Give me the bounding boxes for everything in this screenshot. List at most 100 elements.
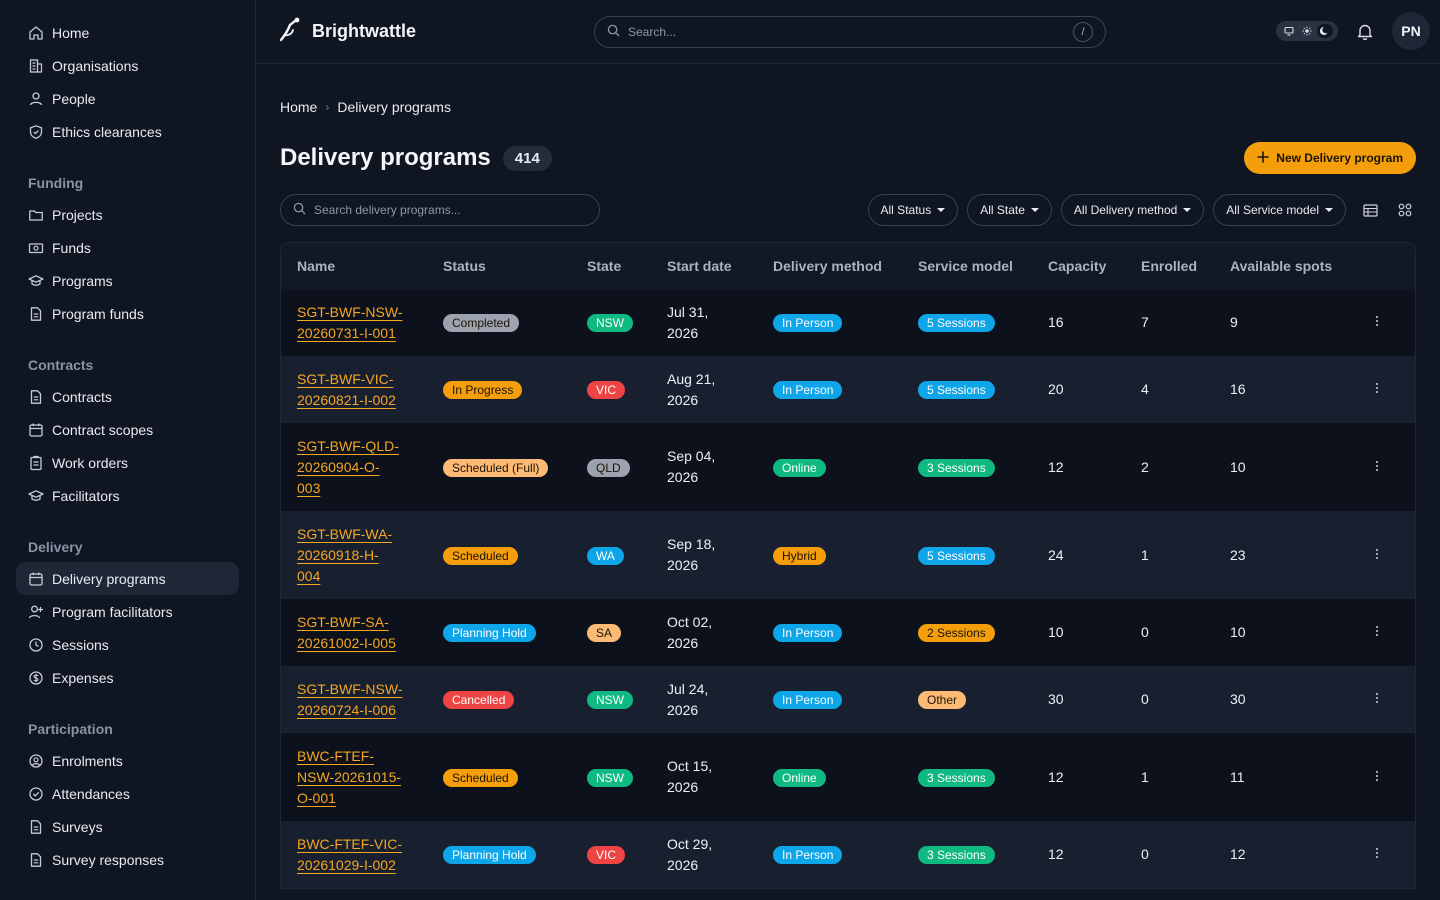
- cell-delivery-method: In Person: [757, 599, 902, 666]
- table-header-row: Name Status State Start date Delivery method…: [281, 243, 1415, 289]
- sidebar-item-label: Enrolments: [52, 752, 123, 769]
- breadcrumb-home[interactable]: Home: [280, 99, 317, 115]
- program-link[interactable]: SGT-BWF-WA- 20260918-H- 004: [297, 526, 392, 584]
- service-model-badge: 5 Sessions: [918, 546, 995, 565]
- brand[interactable]: Brightwattle: [278, 16, 416, 47]
- program-link[interactable]: SGT-BWF-QLD- 20260904-O- 003: [297, 438, 399, 496]
- sun-icon[interactable]: [1299, 24, 1315, 38]
- sidebar-item-organisations[interactable]: Organisations: [16, 49, 239, 82]
- program-link[interactable]: SGT-BWF-NSW- 20260731-I-001: [297, 304, 403, 341]
- row-actions-menu[interactable]: [1339, 423, 1415, 511]
- column-header-enrolled[interactable]: Enrolled: [1125, 243, 1214, 289]
- new-delivery-program-button[interactable]: New Delivery program: [1244, 142, 1416, 174]
- service-model-badge: 3 Sessions: [918, 846, 995, 864]
- sidebar-item-sessions[interactable]: Sessions: [16, 628, 239, 661]
- sidebar-item-attendances[interactable]: Attendances: [16, 777, 239, 810]
- cell-state: QLD: [571, 423, 651, 511]
- search-shortcut-key: /: [1073, 22, 1093, 42]
- filter-all-state[interactable]: All State: [967, 194, 1052, 226]
- row-actions-menu[interactable]: [1339, 289, 1415, 356]
- dollar-circle-icon: [28, 670, 44, 686]
- moon-icon[interactable]: [1317, 24, 1333, 38]
- sidebar-item-label: Surveys: [52, 818, 103, 835]
- table-view-icon[interactable]: [1359, 199, 1381, 221]
- global-search-input[interactable]: Search... /: [594, 16, 1106, 48]
- program-link[interactable]: BWC-FTEF- NSW-20261015- O-001: [297, 748, 401, 806]
- state-badge: NSW: [587, 314, 633, 332]
- sidebar-item-label: Expenses: [52, 669, 114, 686]
- row-actions-menu[interactable]: [1339, 356, 1415, 423]
- row-actions-menu[interactable]: [1339, 511, 1415, 599]
- table-row: SGT-BWF-WA- 20260918-H- 004 Scheduled WA Sep …: [281, 511, 1415, 599]
- sidebar-item-surveys[interactable]: Surveys: [16, 810, 239, 843]
- filter-all-service-model[interactable]: All Service model: [1213, 194, 1346, 226]
- sidebar-item-program-funds[interactable]: Program funds: [16, 297, 239, 330]
- grid-view-icon[interactable]: [1394, 199, 1416, 221]
- user-avatar[interactable]: PN: [1392, 12, 1430, 50]
- sidebar-item-label: Work orders: [52, 454, 128, 471]
- document-icon: [28, 819, 44, 835]
- sidebar-section-participation: Participation: [28, 721, 113, 737]
- cell-capacity: 20: [1048, 381, 1064, 397]
- delivery-method-badge: Online: [773, 768, 826, 787]
- cell-enrolled: 2: [1141, 458, 1149, 475]
- sidebar-item-label: Facilitators: [52, 487, 120, 504]
- bell-icon[interactable]: [1354, 20, 1376, 42]
- program-link[interactable]: SGT-BWF-VIC- 20260821-I-002: [297, 371, 396, 408]
- service-model-badge: 3 Sessions: [918, 458, 995, 477]
- row-actions-menu[interactable]: [1339, 666, 1415, 733]
- sidebar-item-program-facilitators[interactable]: Program facilitators: [16, 595, 239, 628]
- sidebar-item-facilitators[interactable]: Facilitators: [16, 479, 239, 512]
- sidebar-item-work-orders[interactable]: Work orders: [16, 446, 239, 479]
- row-actions-menu[interactable]: [1339, 599, 1415, 666]
- sidebar-item-ethics-clearances[interactable]: Ethics clearances: [16, 115, 239, 148]
- cell-available: 9: [1230, 314, 1238, 330]
- delivery-method-badge: Online: [773, 458, 826, 477]
- sidebar-item-home[interactable]: Home: [16, 16, 239, 49]
- column-header-available-spots[interactable]: Available spots: [1214, 243, 1339, 289]
- delivery-method-badge: In Person: [773, 846, 843, 864]
- column-header-name[interactable]: Name: [281, 243, 427, 289]
- cell-service-model: 3 Sessions: [902, 821, 1032, 888]
- filter-all-status[interactable]: All Status: [867, 194, 959, 226]
- cell-service-model: 5 Sessions: [902, 289, 1032, 356]
- column-header-state[interactable]: State: [571, 243, 651, 289]
- program-link[interactable]: SGT-BWF-SA- 20261002-I-005: [297, 614, 396, 651]
- sidebar-item-contracts[interactable]: Contracts: [16, 380, 239, 413]
- column-header-start-date[interactable]: Start date: [651, 243, 757, 289]
- state-badge: SA: [587, 624, 622, 642]
- column-header-delivery-method[interactable]: Delivery method: [757, 243, 902, 289]
- cell-enrolled: 7: [1141, 314, 1149, 330]
- cell-capacity: 30: [1048, 691, 1064, 707]
- column-header-capacity[interactable]: Capacity: [1032, 243, 1125, 289]
- theme-toggle[interactable]: [1276, 21, 1338, 41]
- sidebar-item-label: Funds: [52, 239, 91, 256]
- row-actions-menu[interactable]: [1339, 733, 1415, 821]
- cell-delivery-method: Online: [757, 733, 902, 821]
- sidebar-item-expenses[interactable]: Expenses: [16, 661, 239, 694]
- sidebar-item-funds[interactable]: Funds: [16, 231, 239, 264]
- program-link[interactable]: SGT-BWF-NSW- 20260724-I-006: [297, 681, 403, 718]
- sidebar-item-delivery-programs[interactable]: Delivery programs: [16, 562, 239, 595]
- sidebar-item-enrolments[interactable]: Enrolments: [16, 744, 239, 777]
- program-link[interactable]: BWC-FTEF-VIC- 20261029-I-002: [297, 836, 402, 873]
- monitor-icon[interactable]: [1281, 24, 1297, 38]
- cell-state: WA: [571, 511, 651, 599]
- row-actions-menu[interactable]: [1339, 821, 1415, 888]
- count-badge: 414: [502, 145, 552, 171]
- table-search-input[interactable]: Search delivery programs...: [280, 194, 600, 226]
- sidebar-item-survey-responses[interactable]: Survey responses: [16, 843, 239, 876]
- sidebar-item-contract-scopes[interactable]: Contract scopes: [16, 413, 239, 446]
- sidebar-item-projects[interactable]: Projects: [16, 198, 239, 231]
- filter-all-delivery-method[interactable]: All Delivery method: [1060, 194, 1205, 226]
- cell-enrolled: 0: [1141, 624, 1149, 640]
- start-date-line: 2026: [667, 557, 699, 573]
- cell-enrolled: 0: [1141, 691, 1149, 707]
- cell-start-date: Aug 21, 2026: [651, 356, 757, 423]
- cell-available: 12: [1230, 846, 1246, 862]
- column-header-status[interactable]: Status: [427, 243, 571, 289]
- sidebar-item-programs[interactable]: Programs: [16, 264, 239, 297]
- column-header-service-model[interactable]: Service model: [902, 243, 1032, 289]
- cell-status: In Progress: [427, 356, 571, 423]
- sidebar-item-people[interactable]: People: [16, 82, 239, 115]
